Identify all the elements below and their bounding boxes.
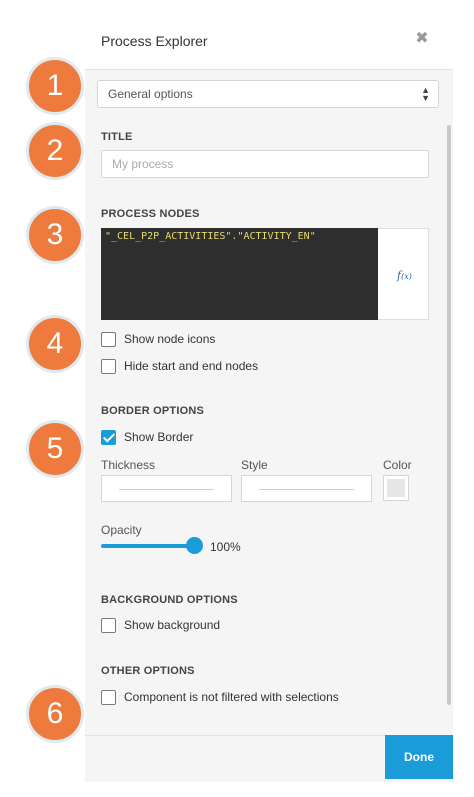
- title-section-label: TITLE: [101, 131, 133, 143]
- show-node-icons-checkbox[interactable]: [101, 331, 116, 347]
- show-background-option[interactable]: Show background: [101, 616, 220, 634]
- callout-badge-4: 4: [26, 315, 84, 373]
- hide-start-end-checkbox[interactable]: [101, 358, 116, 374]
- show-node-icons-label: Show node icons: [124, 332, 216, 346]
- panel-title: Process Explorer: [101, 33, 208, 49]
- style-preview-line: [259, 489, 354, 490]
- expression-text: "_CEL_P2P_ACTIVITIES"."ACTIVITY_EN": [105, 231, 316, 242]
- process-explorer-panel: Process Explorer ✖ General options ▲ ▼ TI…: [85, 0, 453, 782]
- not-filtered-option[interactable]: Component is not filtered with selection…: [101, 688, 339, 706]
- hide-start-end-label: Hide start and end nodes: [124, 359, 259, 373]
- callout-badge-6: 6: [26, 685, 84, 743]
- style-picker[interactable]: [241, 475, 372, 502]
- opacity-slider-thumb[interactable]: [186, 537, 203, 554]
- formula-button-container: f(x): [378, 228, 429, 320]
- footer-divider: [85, 735, 385, 736]
- color-swatch-fill: [387, 479, 405, 497]
- thickness-label: Thickness: [101, 458, 156, 472]
- callout-badge-2: 2: [26, 122, 84, 180]
- hide-start-end-option[interactable]: Hide start and end nodes: [101, 357, 258, 375]
- close-icon[interactable]: ✖: [415, 31, 429, 47]
- color-label: Color: [383, 458, 412, 472]
- show-node-icons-option[interactable]: Show node icons: [101, 330, 215, 348]
- border-color-swatch[interactable]: [383, 475, 409, 501]
- done-button[interactable]: Done: [385, 735, 453, 779]
- options-dropdown[interactable]: General options ▲ ▼: [97, 80, 439, 108]
- opacity-slider-track[interactable]: [101, 544, 195, 548]
- dropdown-arrows-icon: ▲ ▼: [421, 85, 430, 103]
- border-options-label: BORDER OPTIONS: [101, 405, 205, 417]
- title-input[interactable]: [101, 150, 429, 178]
- show-border-label: Show Border: [124, 430, 194, 444]
- opacity-value: 100%: [210, 540, 241, 554]
- thickness-preview-line: [119, 489, 214, 490]
- scrollbar[interactable]: [447, 125, 451, 705]
- thickness-picker[interactable]: [101, 475, 232, 502]
- options-dropdown-value: General options: [108, 87, 193, 101]
- process-nodes-label: PROCESS NODES: [101, 208, 200, 220]
- style-label: Style: [241, 458, 268, 472]
- show-background-checkbox[interactable]: [101, 617, 116, 633]
- show-background-label: Show background: [124, 618, 221, 632]
- show-border-option[interactable]: Show Border: [101, 428, 193, 446]
- header-divider: [85, 69, 453, 70]
- callout-badge-3: 3: [26, 206, 84, 264]
- not-filtered-checkbox[interactable]: [101, 689, 116, 705]
- not-filtered-label: Component is not filtered with selection…: [124, 690, 339, 704]
- other-options-label: OTHER OPTIONS: [101, 665, 195, 677]
- process-nodes-expression-editor[interactable]: "_CEL_P2P_ACTIVITIES"."ACTIVITY_EN": [101, 228, 378, 320]
- callout-badge-5: 5: [26, 420, 84, 478]
- panel-header: Process Explorer ✖: [85, 0, 453, 69]
- callout-badge-1: 1: [26, 57, 84, 115]
- background-options-label: BACKGROUND OPTIONS: [101, 594, 238, 606]
- function-icon[interactable]: f(x): [397, 269, 412, 282]
- opacity-label: Opacity: [101, 523, 142, 537]
- show-border-checkbox[interactable]: [101, 429, 116, 445]
